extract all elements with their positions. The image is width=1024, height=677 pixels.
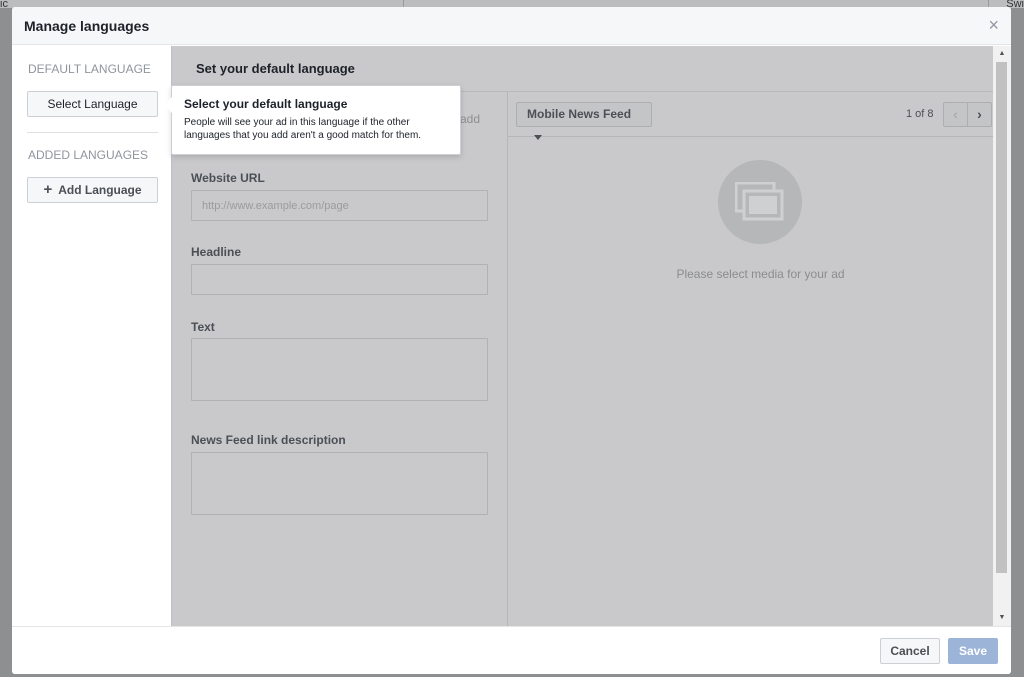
- save-button[interactable]: Save: [948, 638, 998, 664]
- placement-dropdown[interactable]: Mobile News Feed: [516, 102, 652, 141]
- previous-preview-button[interactable]: ‹: [943, 102, 968, 127]
- preview-pager-count: 1 of 8: [906, 108, 934, 120]
- scrollbar-thumb[interactable]: [996, 62, 1007, 573]
- link-description-label: News Feed link description: [191, 433, 346, 447]
- headline-input[interactable]: [191, 264, 488, 295]
- media-placeholder-icon: [718, 160, 802, 244]
- text-label: Text: [191, 320, 215, 334]
- tooltip-arrow: [164, 97, 172, 113]
- caret-down-icon: [534, 135, 542, 141]
- website-url-input[interactable]: http://www.example.com/page: [191, 190, 488, 221]
- text-input[interactable]: [191, 338, 488, 401]
- added-languages-heading: ADDED LANGUAGES: [28, 148, 149, 162]
- tooltip-body: People will see your ad in this language…: [184, 117, 422, 141]
- preview-toolbar: Mobile News Feed 1 of 8 ‹ ›: [508, 92, 994, 141]
- dialog-title: Manage languages: [24, 18, 150, 34]
- next-preview-button[interactable]: ›: [967, 102, 992, 127]
- close-icon[interactable]: ×: [988, 15, 999, 35]
- ad-preview: Mobile News Feed 1 of 8 ‹ › Please selec…: [508, 92, 994, 626]
- dialog-header: Manage languages ×: [12, 7, 1011, 45]
- background-text-left: ic: [0, 0, 8, 10]
- scroll-down-icon[interactable]: ▼: [993, 610, 1011, 626]
- sidebar-divider: [27, 132, 158, 133]
- ad-form: add Website URL http://www.example.com/p…: [172, 92, 507, 626]
- manage-languages-dialog: Manage languages × DEFAULT LANGUAGE Sele…: [12, 7, 1011, 674]
- partial-help-text: add: [460, 112, 481, 126]
- default-language-heading: DEFAULT LANGUAGE: [28, 62, 151, 76]
- select-language-button[interactable]: Select Language: [27, 91, 158, 117]
- headline-label: Headline: [191, 245, 242, 259]
- add-language-button[interactable]: + Add Language: [27, 177, 158, 203]
- dialog-scrollbar[interactable]: ▲ ▼: [993, 46, 1011, 626]
- section-title: Set your default language: [196, 61, 355, 76]
- tooltip-title: Select your default language: [184, 97, 348, 111]
- plus-icon: +: [43, 181, 53, 198]
- add-language-label: Add Language: [58, 183, 142, 197]
- scroll-up-icon[interactable]: ▲: [993, 46, 1011, 62]
- media-placeholder-text: Please select media for your ad: [676, 267, 845, 281]
- language-sidebar: DEFAULT LANGUAGE Select Language ADDED L…: [12, 46, 171, 626]
- default-language-tooltip: Select your default language People will…: [171, 85, 461, 155]
- placement-label: Mobile News Feed: [527, 107, 632, 121]
- website-url-label: Website URL: [191, 171, 265, 185]
- cancel-button[interactable]: Cancel: [880, 638, 940, 664]
- dialog-footer: Cancel Save: [12, 626, 1011, 674]
- link-description-input[interactable]: [191, 452, 488, 515]
